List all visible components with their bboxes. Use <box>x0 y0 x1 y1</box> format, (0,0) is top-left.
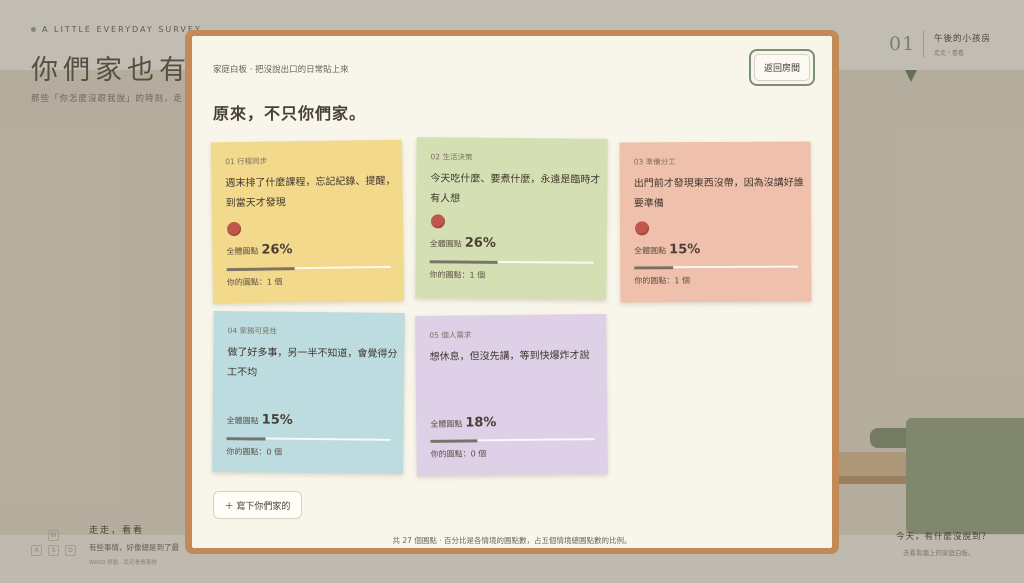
note-label: 01 行程同步 <box>225 156 268 167</box>
note-text: 出門前才發現東西沒帶，因為沒講好誰要準備 <box>633 177 804 210</box>
note-percent: 26% <box>464 235 496 251</box>
add-note-button[interactable]: ＋ 寫下你們家的 <box>213 491 302 519</box>
note-my-dots: 你的圓點：1 個 <box>634 276 690 286</box>
note-text: 想休息，但沒先講，等到快爆炸才說 <box>429 350 590 363</box>
note-percent: 15% <box>261 412 293 428</box>
note-text: 今天吃什麼、要煮什麼，永遠是臨時才有人想 <box>430 173 601 205</box>
sticky-note-chore-visibility[interactable]: 04 家務可見性 做了好多事，另一半不知道，會覺得分工不均 全體圓點 15% 你的… <box>212 311 405 474</box>
note-percent: 26% <box>261 242 293 258</box>
note-percent: 18% <box>465 415 497 431</box>
note-text: 做了好多事，另一半不知道，會覺得分工不均 <box>227 347 398 379</box>
whiteboard-frame: 家庭白板 · 把沒說出口的日常貼上來 原來，不只你們家。 返回房間 01 行程同… <box>185 30 839 554</box>
note-progress-track <box>634 265 799 270</box>
note-percent: 15% <box>669 242 701 258</box>
back-button-focus-ring: 返回房間 <box>749 49 815 86</box>
note-total-label: 全體圓點 <box>634 246 667 256</box>
note-label: 04 家務可見性 <box>227 326 278 336</box>
back-to-room-button[interactable]: 返回房間 <box>754 54 810 81</box>
note-label: 03 準備分工 <box>633 157 676 167</box>
sticky-note-preparation[interactable]: 03 準備分工 出門前才發現東西沒帶，因為沒講好誰要準備 全體圓點 15% 你的圓… <box>619 141 812 303</box>
note-progress-fill <box>226 437 266 441</box>
note-total-stat: 全體圓點 15% <box>634 242 700 257</box>
note-progress-fill <box>226 267 295 272</box>
note-progress-fill <box>430 439 478 443</box>
note-progress-fill <box>634 266 674 270</box>
board-heading: 原來，不只你們家。 <box>213 104 367 123</box>
note-my-dots: 你的圓點：0 個 <box>430 449 487 459</box>
note-total-stat: 全體圓點 26% <box>430 235 496 251</box>
sticky-note-personal-needs[interactable]: 05 個人需求 想休息，但沒先講，等到快爆炸才說 全體圓點 18% 你的圓點：0 … <box>415 314 608 476</box>
note-my-dots: 你的圓點：1 個 <box>429 270 486 280</box>
pin-dot-icon <box>227 221 242 237</box>
pin-dot-icon <box>430 214 446 229</box>
whiteboard-surface: 家庭白板 · 把沒說出口的日常貼上來 原來，不只你們家。 返回房間 01 行程同… <box>192 36 832 548</box>
note-progress-track <box>429 260 594 264</box>
note-total-label: 全體圓點 <box>429 239 462 249</box>
note-my-dots: 你的圓點：1 個 <box>226 277 283 288</box>
note-total-label: 全體圓點 <box>430 419 463 429</box>
sticky-note-decisions[interactable]: 02 生活決策 今天吃什麼、要煮什麼，永遠是臨時才有人想 全體圓點 26% 你的圓… <box>415 137 608 300</box>
note-my-dots: 你的圓點：0 個 <box>226 447 283 457</box>
note-total-label: 全體圓點 <box>226 416 259 426</box>
note-label: 02 生活決策 <box>430 152 473 162</box>
board-footer-note: 共 27 個圓點 · 百分比是各情境的圓點數，占五個情境總圓點數的比例。 <box>392 536 632 545</box>
note-label: 05 個人需求 <box>429 330 472 340</box>
pin-dot-icon <box>634 221 650 236</box>
note-text: 週末排了什麼課程，忘記紀錄、提醒，到當天才發現 <box>225 175 396 210</box>
note-total-label: 全體圓點 <box>226 246 259 257</box>
sticky-note-schedule[interactable]: 01 行程同步 週末排了什麼課程，忘記紀錄、提醒，到當天才發現 全體圓點 26% … <box>210 139 405 304</box>
note-progress-track <box>430 438 595 443</box>
note-total-stat: 全體圓點 18% <box>430 415 496 431</box>
note-progress-track <box>226 437 391 441</box>
note-progress-fill <box>429 260 498 264</box>
note-progress-track <box>226 265 391 272</box>
note-total-stat: 全體圓點 15% <box>227 412 293 428</box>
board-caption: 家庭白板 · 把沒說出口的日常貼上來 <box>213 65 349 75</box>
note-total-stat: 全體圓點 26% <box>226 242 292 258</box>
